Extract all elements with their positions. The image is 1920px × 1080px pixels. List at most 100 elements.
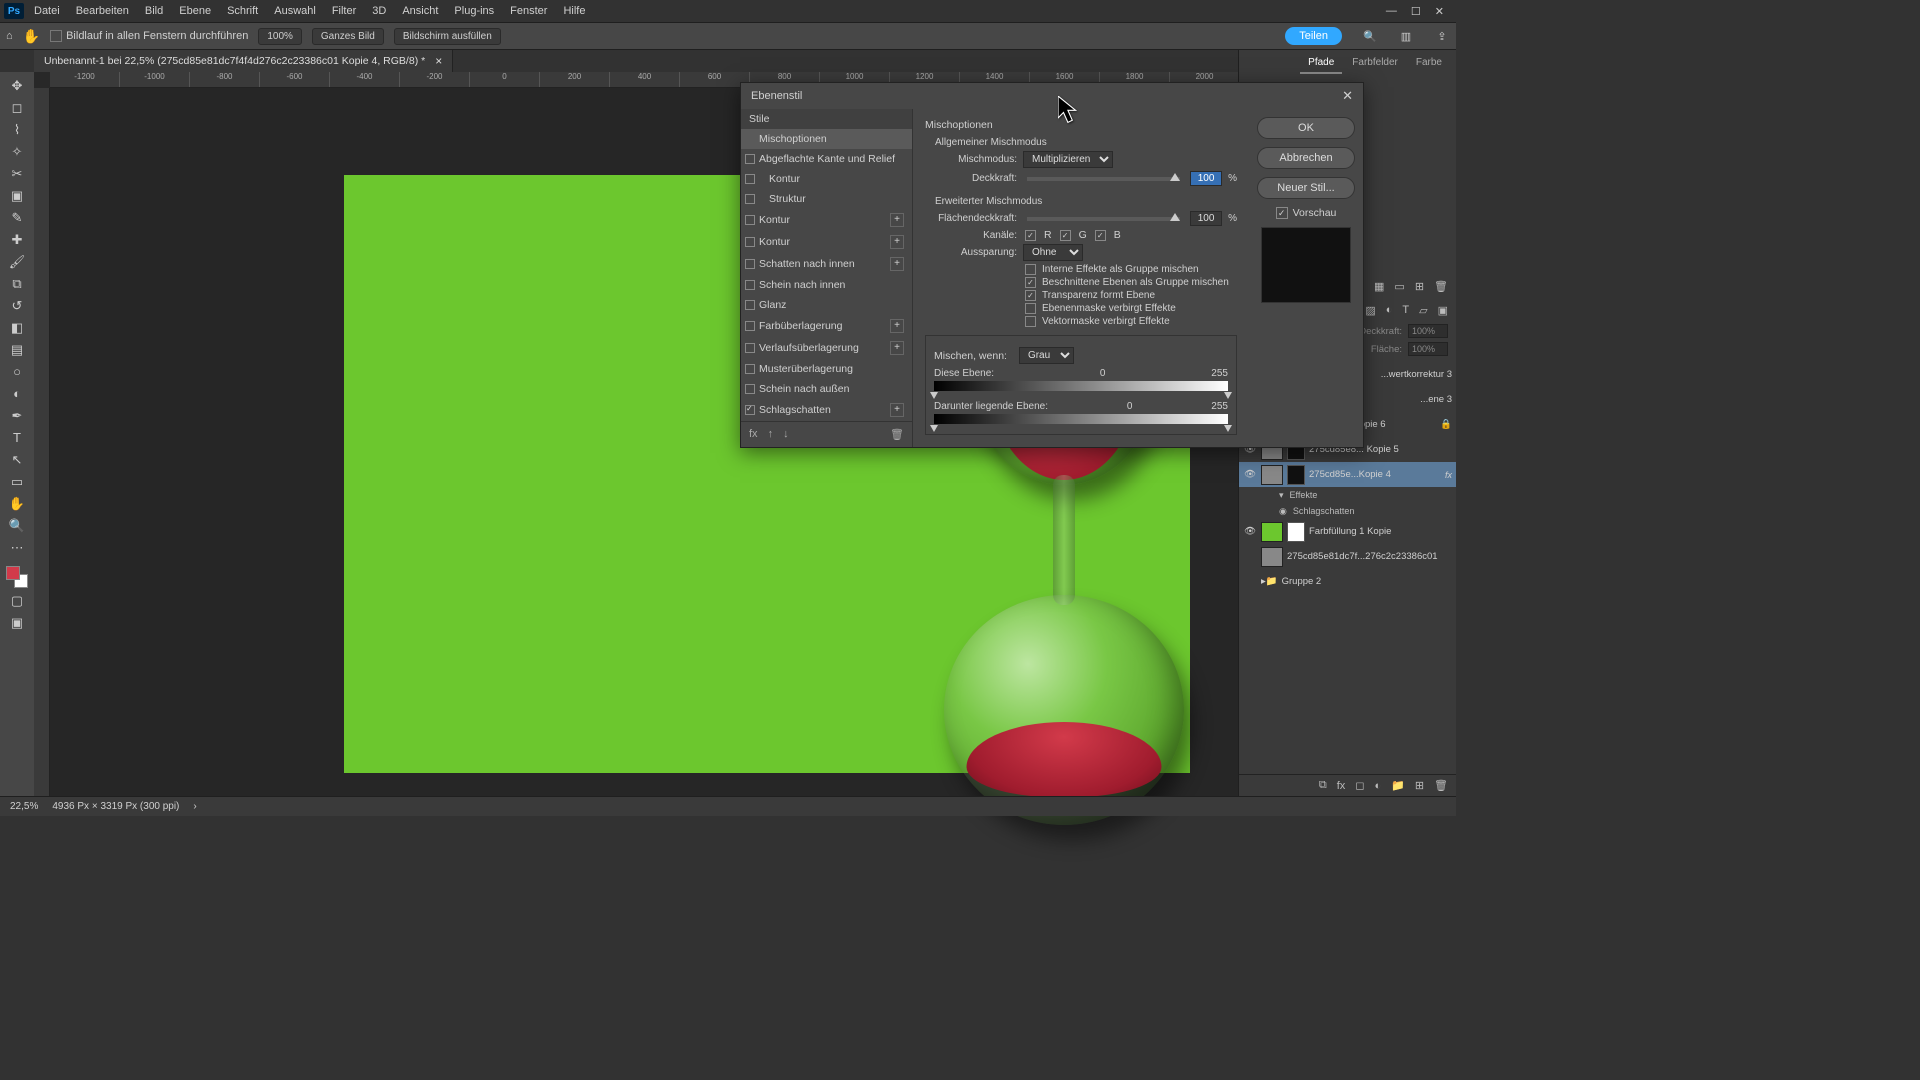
opacity-value[interactable]	[1190, 171, 1222, 186]
channel-g-check[interactable]: ✓	[1060, 230, 1071, 241]
zoom-100-button[interactable]: 100%	[258, 28, 302, 45]
style-drop-shadow[interactable]: Schlagschatten+	[741, 399, 912, 421]
fx-icon[interactable]: fx	[1337, 780, 1346, 792]
visibility-icon[interactable]: 👁	[1243, 526, 1257, 537]
style-pattern-overlay[interactable]: Musterüberlagerung	[741, 359, 912, 379]
lock-icon[interactable]: 🔒	[1440, 419, 1452, 430]
heal-tool[interactable]: ✚	[4, 230, 30, 249]
style-inner-shadow[interactable]: Schatten nach innen+	[741, 253, 912, 275]
vector-mask-hides-check[interactable]: Vektormaske verbirgt Effekte	[1025, 316, 1237, 327]
style-outer-glow[interactable]: Schein nach außen	[741, 379, 912, 399]
dialog-close-icon[interactable]: ✕	[1342, 88, 1353, 104]
dodge-tool[interactable]: ◐	[4, 384, 30, 403]
opacity-input[interactable]	[1408, 324, 1448, 338]
menu-hilfe[interactable]: Hilfe	[557, 3, 591, 19]
menu-bild[interactable]: Bild	[139, 3, 169, 19]
blend-if-select[interactable]: Grau	[1019, 347, 1074, 364]
history-brush-tool[interactable]: ↺	[4, 296, 30, 315]
blur-tool[interactable]: ○	[4, 362, 30, 381]
menu-bearbeiten[interactable]: Bearbeiten	[70, 3, 135, 19]
layer-new-icon[interactable]: ⊞	[1415, 779, 1424, 792]
minimize-icon[interactable]: —	[1386, 5, 1397, 18]
menu-plugins[interactable]: Plug-ins	[448, 3, 500, 19]
menu-schrift[interactable]: Schrift	[221, 3, 264, 19]
menu-filter[interactable]: Filter	[326, 3, 362, 19]
shape-tool[interactable]: ▭	[4, 472, 30, 491]
layer-dropshadow-effect[interactable]: ◉Schlagschatten	[1239, 503, 1456, 519]
stamp-tool[interactable]: ⧉	[4, 274, 30, 293]
preview-check[interactable]: ✓Vorschau	[1276, 207, 1337, 219]
path-tool[interactable]: ↖	[4, 450, 30, 469]
style-trash-icon[interactable]: 🗑	[890, 428, 904, 441]
delete-icon[interactable]: 🗑	[1434, 280, 1448, 293]
fx-badge[interactable]: fx	[1445, 470, 1452, 480]
fill-opacity-slider[interactable]	[1027, 217, 1180, 221]
knockout-select[interactable]: Ohne	[1023, 244, 1083, 261]
visibility-icon[interactable]: 👁	[1243, 469, 1257, 480]
shape-filter-icon[interactable]: ▱	[1419, 304, 1427, 317]
blend-interior-check[interactable]: Interne Effekte als Gruppe mischen	[1025, 264, 1237, 275]
style-contour[interactable]: Kontur	[741, 169, 912, 189]
crop-tool[interactable]: ✂	[4, 164, 30, 183]
add-icon[interactable]: ⊞	[1415, 280, 1424, 293]
type-filter-icon[interactable]: T	[1402, 304, 1409, 316]
home-icon[interactable]: ⌂	[6, 30, 13, 42]
layer-mask-hides-check[interactable]: Ebenenmaske verbirgt Effekte	[1025, 303, 1237, 314]
layer-long[interactable]: 275cd85e81dc7f...276c2c23386c01	[1239, 544, 1456, 569]
tab-close-icon[interactable]: ×	[435, 54, 442, 68]
link-icon[interactable]: ⧉	[1319, 779, 1327, 792]
add-color-icon[interactable]: +	[890, 319, 904, 333]
frame-tool[interactable]: ▣	[4, 186, 30, 205]
zoom-tool[interactable]: 🔍	[4, 516, 30, 535]
layer-k4[interactable]: 👁275cd85e...Kopie 4fx	[1239, 462, 1456, 487]
add-stroke2-icon[interactable]: +	[890, 235, 904, 249]
styles-header[interactable]: Stile	[741, 109, 912, 129]
menu-fenster[interactable]: Fenster	[504, 3, 553, 19]
ruler-vertical[interactable]	[34, 88, 50, 796]
opacity-slider[interactable]	[1027, 177, 1180, 181]
add-stroke-icon[interactable]: +	[890, 213, 904, 227]
mask-icon[interactable]: ▭	[1394, 280, 1404, 293]
cancel-button[interactable]: Abbrechen	[1257, 147, 1355, 169]
trash-icon[interactable]: 🗑	[1434, 779, 1448, 792]
maximize-icon[interactable]: ☐	[1411, 5, 1421, 18]
close-icon[interactable]: ✕	[1435, 5, 1444, 18]
more-tools[interactable]: ⋯	[4, 538, 30, 557]
add-drop-icon[interactable]: +	[890, 403, 904, 417]
layer-group2[interactable]: ▸📁Gruppe 2	[1239, 569, 1456, 594]
blending-options-item[interactable]: Mischoptionen	[741, 129, 912, 149]
layer-fill1[interactable]: 👁Farbfüllung 1 Kopie	[1239, 519, 1456, 544]
ok-button[interactable]: OK	[1257, 117, 1355, 139]
layer-effects[interactable]: ▾Effekte	[1239, 487, 1456, 503]
style-gradient-overlay[interactable]: Verlaufsüberlagerung+	[741, 337, 912, 359]
status-zoom[interactable]: 22,5%	[10, 801, 38, 812]
fill-opacity-value[interactable]	[1190, 211, 1222, 226]
down-icon[interactable]: ↓	[783, 428, 789, 441]
style-stroke[interactable]: Kontur+	[741, 209, 912, 231]
pen-tool[interactable]: ✒	[4, 406, 30, 425]
blend-clipped-check[interactable]: ✓Beschnittene Ebenen als Gruppe mischen	[1025, 277, 1237, 288]
screenmode-tool[interactable]: ▣	[4, 613, 30, 632]
brush-tool[interactable]: 🖌	[4, 252, 30, 271]
tab-farbe[interactable]: Farbe	[1408, 54, 1450, 74]
add-grad-icon[interactable]: +	[890, 341, 904, 355]
dialog-titlebar[interactable]: Ebenenstil ✕	[741, 83, 1363, 109]
underlying-gradient[interactable]	[934, 414, 1228, 424]
effect-vis-icon[interactable]: ◉	[1279, 506, 1287, 517]
adjust-filter-icon[interactable]: ◐	[1386, 304, 1393, 316]
folder-new-icon[interactable]: 📁	[1391, 779, 1405, 792]
channel-r-check[interactable]: ✓	[1025, 230, 1036, 241]
style-satin[interactable]: Glanz	[741, 295, 912, 315]
add-ishadow-icon[interactable]: +	[890, 257, 904, 271]
style-inner-glow[interactable]: Schein nach innen	[741, 275, 912, 295]
export-icon[interactable]: ⇪	[1434, 28, 1450, 44]
pixel-filter-icon[interactable]: ▨	[1365, 304, 1375, 317]
style-bevel[interactable]: Abgeflachte Kante und Relief	[741, 149, 912, 169]
menu-ansicht[interactable]: Ansicht	[396, 3, 444, 19]
share-button[interactable]: Teilen	[1285, 27, 1342, 45]
menu-datei[interactable]: Datei	[28, 3, 66, 19]
document-tab[interactable]: Unbenannt-1 bei 22,5% (275cd85e81dc7f4f4…	[34, 50, 453, 72]
color-swatches[interactable]	[6, 566, 28, 588]
scroll-all-check[interactable]: Bildlauf in allen Fenstern durchführen	[50, 30, 248, 42]
fit-screen-button[interactable]: Ganzes Bild	[312, 28, 384, 45]
